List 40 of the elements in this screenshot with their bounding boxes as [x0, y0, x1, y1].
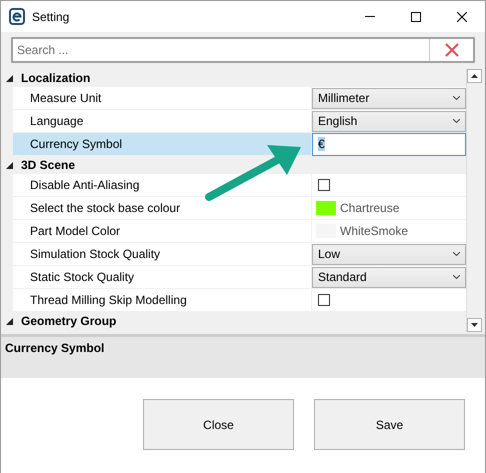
property-label[interactable]: Select the stock base colour — [13, 197, 312, 219]
color-name: Chartreuse — [340, 201, 400, 215]
description-title: Currency Symbol — [5, 341, 106, 355]
category-header: 3D Scene — [21, 158, 76, 172]
category-header: Geometry Group — [21, 314, 116, 328]
checkbox[interactable] — [318, 179, 330, 191]
checkbox[interactable] — [318, 294, 330, 306]
chevron-down-icon — [453, 275, 460, 279]
value-dropdown[interactable]: Millimeter — [312, 88, 466, 108]
property-label[interactable]: Thread Milling Skip Modelling — [13, 289, 312, 311]
maximize-icon[interactable] — [411, 12, 421, 22]
property-label[interactable]: Disable Anti-Aliasing — [13, 174, 312, 196]
window-title: Setting — [32, 10, 70, 24]
chevron-down-icon — [453, 252, 460, 256]
value-dropdown[interactable]: Low — [312, 244, 466, 264]
search-bar[interactable]: Search ... — [11, 37, 475, 63]
property-label[interactable]: Simulation Stock Quality — [13, 243, 312, 265]
dialog-button[interactable]: Close — [143, 399, 294, 450]
value-dropdown[interactable]: Standard — [312, 266, 466, 288]
property-label[interactable]: Part Model Color — [13, 220, 312, 242]
value-dropdown[interactable]: English — [312, 110, 466, 132]
app-logo-icon — [9, 8, 25, 25]
close-icon — [444, 43, 458, 57]
scroll-down-icon[interactable] — [467, 318, 482, 332]
category-header: Localization — [21, 71, 90, 85]
property-label[interactable]: Language — [13, 110, 312, 132]
property-label[interactable]: Static Stock Quality — [13, 266, 312, 288]
color-name: WhiteSmoke — [340, 224, 408, 238]
chevron-down-icon — [453, 119, 460, 123]
close-icon[interactable] — [457, 12, 467, 22]
scroll-up-icon[interactable] — [467, 69, 482, 83]
scrollbar[interactable] — [466, 69, 483, 332]
chevron-down-icon — [453, 96, 460, 100]
property-label[interactable]: Currency Symbol — [13, 133, 312, 155]
dialog-button[interactable]: Save — [314, 399, 465, 450]
value-field[interactable]: € — [312, 132, 466, 156]
collapse-icon[interactable] — [6, 162, 13, 168]
collapse-icon[interactable] — [6, 318, 13, 324]
collapse-icon[interactable] — [6, 74, 13, 82]
property-label[interactable]: Measure Unit — [13, 87, 312, 109]
